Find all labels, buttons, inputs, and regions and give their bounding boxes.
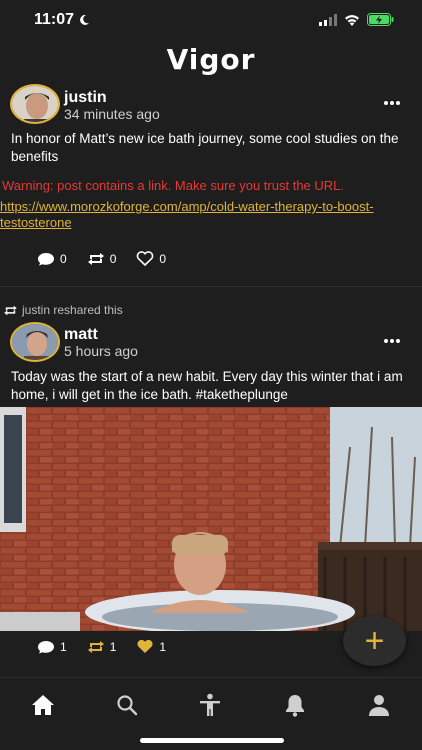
tab-activity[interactable] [197, 692, 223, 718]
avatar-matt-image [12, 324, 58, 360]
home-indicator [140, 738, 284, 743]
comment-icon [38, 640, 54, 653]
reshare-count: 1 [109, 639, 117, 654]
plus-icon: + [364, 621, 385, 660]
profile-icon [369, 695, 389, 716]
post-photo[interactable] [0, 407, 422, 631]
like-button[interactable]: 1 [136, 639, 166, 654]
home-icon [32, 695, 54, 715]
tab-home[interactable] [30, 692, 56, 718]
post-matt: matt 5 hours ago Today was the start of … [0, 0, 422, 677]
person-stretch-icon [200, 693, 220, 716]
post-actions: 1 1 1 [37, 639, 166, 654]
comment-button[interactable]: 1 [37, 640, 67, 654]
post-text: Today was the start of a new habit. Ever… [11, 369, 403, 402]
more-options-icon[interactable] [384, 339, 400, 343]
post-username[interactable]: matt [64, 326, 98, 344]
new-post-button[interactable]: + [343, 616, 406, 666]
bell-icon [286, 695, 304, 717]
post-timestamp: 5 hours ago [64, 343, 138, 359]
comment-count: 1 [60, 639, 67, 654]
heart-filled-icon [137, 639, 153, 653]
tab-profile[interactable] [366, 692, 392, 718]
tab-notifications[interactable] [282, 692, 308, 718]
tab-search[interactable] [114, 692, 140, 718]
search-icon [117, 695, 138, 716]
reshare-button[interactable]: 1 [87, 639, 117, 654]
reshare-icon-active [87, 640, 104, 653]
like-count: 1 [159, 639, 167, 654]
avatar-matt[interactable] [10, 322, 60, 362]
ice-bath-photo [0, 407, 422, 631]
